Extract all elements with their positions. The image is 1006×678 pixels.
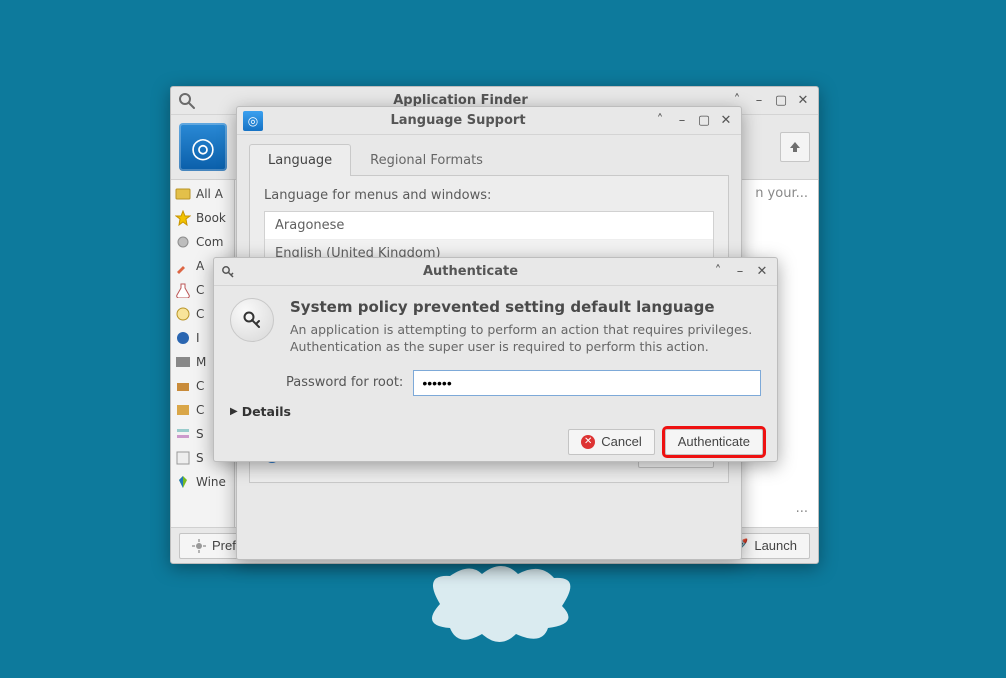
sidebar-item-bookmarks[interactable]: Book: [171, 206, 234, 230]
media-icon: [175, 354, 191, 370]
globe-icon: [175, 330, 191, 346]
sidebar-item-label: Wine: [196, 475, 226, 489]
auth-title: Authenticate: [236, 264, 705, 279]
bookmark-icon: [175, 210, 191, 226]
authenticate-label: Authenticate: [678, 434, 750, 449]
sidebar-item-label: C: [196, 307, 204, 321]
langsupport-section-label: Language for menus and windows:: [264, 188, 714, 203]
sliders-icon: [175, 426, 191, 442]
keyring-icon: [230, 298, 274, 342]
chevron-up-icon[interactable]: ˄: [651, 112, 669, 130]
details-label: Details: [242, 404, 291, 419]
langsupport-title: Language Support: [269, 113, 647, 128]
arrow-up-icon: [788, 140, 802, 154]
gear-icon: [175, 234, 191, 250]
sidebar-item-wine[interactable]: Wine: [171, 470, 234, 494]
sidebar-item-label: S: [196, 427, 204, 441]
authenticate-button[interactable]: Authenticate: [665, 429, 763, 455]
chevron-up-icon[interactable]: ˄: [709, 263, 727, 281]
cancel-label: Cancel: [601, 434, 641, 449]
sidebar-item-label: C: [196, 379, 204, 393]
maximize-icon[interactable]: ▢: [695, 112, 713, 130]
close-icon[interactable]: ✕: [794, 92, 812, 110]
palette-icon: [175, 306, 191, 322]
maximize-icon[interactable]: ▢: [772, 92, 790, 110]
sidebar-item-label: All A: [196, 187, 223, 201]
tab-language[interactable]: Language: [249, 144, 351, 176]
sidebar-item-label: I: [196, 331, 200, 345]
flask-icon: [175, 282, 191, 298]
wine-icon: [175, 474, 191, 490]
tab-regional-formats[interactable]: Regional Formats: [351, 144, 502, 176]
sidebar-item-label: M: [196, 355, 206, 369]
password-label: Password for root:: [286, 375, 403, 390]
gear-icon: [192, 539, 206, 553]
search-icon: [177, 91, 197, 111]
sidebar-item-all[interactable]: All A: [171, 182, 234, 206]
cancel-button[interactable]: ✕ Cancel: [568, 429, 654, 455]
password-input[interactable]: [413, 370, 761, 396]
up-button[interactable]: [780, 132, 810, 162]
system-icon: [175, 450, 191, 466]
briefcase-icon: [175, 378, 191, 394]
key-icon: [220, 265, 236, 279]
launch-label: Launch: [754, 538, 797, 553]
sidebar-item-label: C: [196, 403, 204, 417]
appfinder-logo-icon: ◎: [179, 123, 227, 171]
auth-description: An application is attempting to perform …: [290, 322, 761, 356]
auth-heading: System policy prevented setting default …: [290, 298, 761, 316]
sidebar-item-label: Com: [196, 235, 223, 249]
minimize-icon[interactable]: –: [750, 92, 768, 110]
list-item[interactable]: Aragonese: [265, 212, 713, 240]
minimize-icon[interactable]: –: [673, 112, 691, 130]
tools-icon: [175, 258, 191, 274]
minimize-icon[interactable]: –: [731, 263, 749, 281]
close-icon[interactable]: ✕: [717, 112, 735, 130]
language-support-icon: ◎: [243, 111, 263, 131]
triangle-right-icon: ▶: [230, 406, 238, 417]
sidebar-item-label: Book: [196, 211, 226, 225]
sidebar-item-label: S: [196, 451, 204, 465]
star-icon: [175, 186, 191, 202]
dialog-authenticate: Authenticate ˄ – ✕ System policy prevent…: [213, 257, 778, 462]
cancel-icon: ✕: [581, 435, 595, 449]
sidebar-item-commands[interactable]: Com: [171, 230, 234, 254]
box-icon: [175, 402, 191, 418]
sidebar-item-label: A: [196, 259, 204, 273]
langsupport-titlebar[interactable]: ◎ Language Support ˄ – ▢ ✕: [237, 107, 741, 135]
close-icon[interactable]: ✕: [753, 263, 771, 281]
langsupport-tabs: Language Regional Formats: [249, 143, 729, 176]
details-toggle[interactable]: ▶ Details: [230, 404, 291, 419]
auth-titlebar[interactable]: Authenticate ˄ – ✕: [214, 258, 777, 286]
sidebar-item-label: C: [196, 283, 204, 297]
desktop-mascot: [420, 564, 584, 644]
